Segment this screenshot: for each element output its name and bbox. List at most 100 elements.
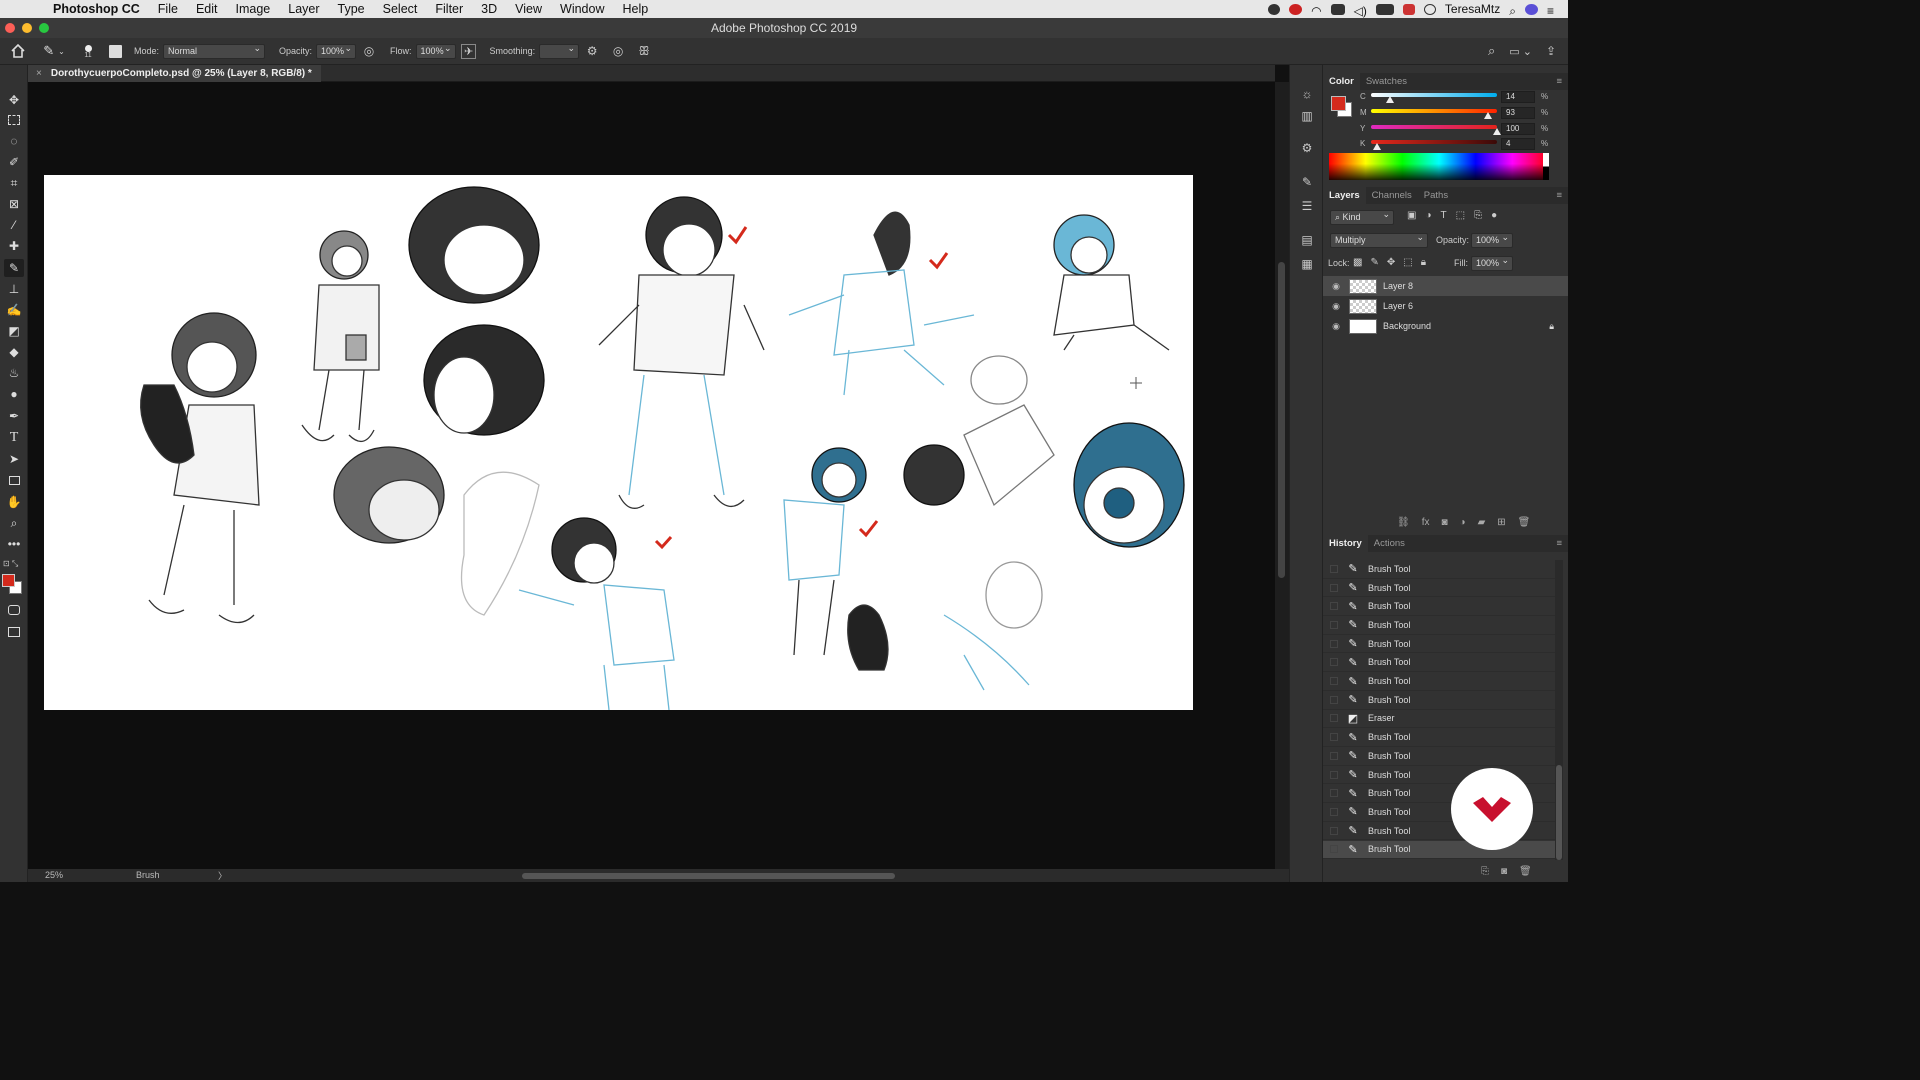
edit-toolbar-button[interactable]: ••• (4, 535, 24, 553)
horizontal-scrollbar-thumb[interactable] (522, 873, 895, 879)
zoom-tool[interactable]: ⌕ (4, 514, 24, 532)
foreground-color-swatch[interactable] (2, 574, 15, 587)
symmetry-button[interactable]: ꕥ (631, 38, 657, 65)
tab-channels[interactable]: Channels (1366, 187, 1418, 204)
blur-tool[interactable]: ♨ (4, 364, 24, 382)
history-snapshot-box[interactable] (1330, 639, 1338, 648)
status-menu-arrow[interactable]: 〉 (218, 869, 227, 882)
lock-transparent-icon[interactable]: ▩ (1353, 257, 1362, 268)
history-item[interactable]: ✎ Brush Tool (1323, 672, 1555, 691)
channel-c-handle[interactable] (1386, 96, 1394, 103)
lock-artboard-icon[interactable]: ⬚ (1403, 257, 1412, 268)
fill-field[interactable]: 100% (1471, 254, 1513, 271)
menu-window[interactable]: Window (551, 0, 613, 18)
history-item[interactable]: ✎ Brush Tool (1323, 560, 1555, 579)
smoothing-options-button[interactable]: ⚙ (579, 38, 605, 65)
history-item[interactable]: ✎ Brush Tool (1323, 616, 1555, 635)
channel-m-handle[interactable] (1484, 112, 1492, 119)
history-scrollbar-thumb[interactable] (1556, 765, 1562, 860)
add-mask-icon[interactable]: ◙ (1441, 517, 1447, 528)
notes-panel-button[interactable]: ▦ (1298, 255, 1316, 273)
channel-k-handle[interactable] (1373, 143, 1381, 150)
document-tab[interactable]: × DorothycuerpoCompleto.psd @ 25% (Layer… (28, 65, 321, 82)
history-snapshot-box[interactable] (1330, 695, 1338, 704)
channel-k-slider[interactable] (1371, 140, 1497, 150)
zoom-level[interactable]: 25% (45, 870, 63, 880)
tab-history[interactable]: History (1323, 535, 1368, 552)
lock-all-icon[interactable]: 🔒︎ (1421, 257, 1426, 268)
filter-smart-object-icon[interactable]: ⎘ (1474, 210, 1482, 221)
menu-view[interactable]: View (506, 0, 551, 18)
share-icon[interactable]: ⇪ (1546, 44, 1556, 58)
swap-colors-icon[interactable]: ⊡ ⤡ (3, 559, 18, 569)
history-snapshot-box[interactable] (1330, 658, 1338, 667)
volume-icon[interactable]: ◁) (1354, 4, 1367, 18)
layer-filter-select[interactable]: ⌕ Kind (1330, 208, 1394, 225)
menu-3d[interactable]: 3D (472, 0, 506, 18)
screen-mode-button[interactable] (4, 623, 24, 641)
airbrush-toggle[interactable]: ✈ (456, 38, 482, 65)
history-snapshot-box[interactable] (1330, 733, 1338, 742)
filter-toggle-icon[interactable]: ● (1491, 210, 1497, 221)
eyedropper-tool[interactable]: ⁄ (4, 216, 24, 234)
new-adjustment-icon[interactable]: ◑ (1460, 517, 1466, 528)
history-snapshot-box[interactable] (1330, 602, 1338, 611)
history-item[interactable]: ✎ Brush Tool (1323, 747, 1555, 766)
battery-icon[interactable] (1375, 3, 1394, 15)
spotlight-search-icon[interactable]: ⌕ (1509, 4, 1516, 18)
layers-panel-menu-icon[interactable]: ≡ (1556, 190, 1562, 201)
healing-tool[interactable]: ✚ (4, 237, 24, 255)
menu-filter[interactable]: Filter (426, 0, 472, 18)
layer-visibility-eye-icon[interactable]: ◉ (1323, 301, 1349, 312)
layer-visibility-eye-icon[interactable]: ◉ (1323, 281, 1349, 292)
history-snapshot-box[interactable] (1330, 807, 1338, 816)
quick-mask-button[interactable] (4, 601, 24, 619)
history-scrollbar[interactable] (1555, 560, 1563, 860)
bucket-tool[interactable]: ◆ (4, 343, 24, 361)
history-snapshot-box[interactable] (1330, 564, 1338, 573)
properties-panel-button[interactable]: ⚙ (1298, 139, 1316, 157)
history-panel-menu-icon[interactable]: ≡ (1556, 538, 1562, 549)
layer-style-fx-icon[interactable]: fx (1422, 517, 1430, 528)
marquee-tool[interactable] (4, 111, 24, 129)
menu-app-name[interactable]: Photoshop CC (44, 0, 149, 18)
path-select-tool[interactable]: ➤ (4, 450, 24, 468)
libraries-panel-button[interactable]: ▤ (1298, 231, 1316, 249)
channel-c-slider[interactable] (1371, 93, 1497, 103)
stamp-tool[interactable]: ⊥ (4, 280, 24, 298)
opacity-field[interactable]: 100% (316, 42, 357, 59)
layer-row-background[interactable]: ◉ Background 🔒︎ (1323, 316, 1568, 336)
color-foreground-swatch[interactable] (1331, 96, 1346, 111)
history-snapshot-box[interactable] (1330, 845, 1338, 854)
crop-tool[interactable]: ⌗ (4, 174, 24, 192)
tool-preset-picker[interactable]: ✎ ⌄ (36, 38, 72, 65)
channel-y-value[interactable]: 100 (1501, 123, 1535, 135)
learn-panel-button[interactable]: ☼ (1298, 85, 1316, 103)
history-snapshot-box[interactable] (1330, 714, 1338, 723)
history-item-current[interactable]: ✎ Brush Tool (1323, 840, 1555, 860)
history-item[interactable]: ✎ Brush Tool (1323, 635, 1555, 654)
tab-paths[interactable]: Paths (1418, 187, 1454, 204)
adjustments-panel-button[interactable]: ▥ (1298, 107, 1316, 125)
new-document-from-state-icon[interactable]: ⎘ (1481, 866, 1489, 877)
delete-layer-trash-icon[interactable]: 🗑︎ (1518, 517, 1531, 528)
siri-icon[interactable] (1524, 3, 1538, 15)
creative-cloud-icon[interactable] (1289, 3, 1303, 15)
history-snapshot-box[interactable] (1330, 583, 1338, 592)
history-item[interactable]: ◩ Eraser (1323, 710, 1555, 729)
pressure-opacity-toggle[interactable]: ◎ (356, 38, 382, 65)
pressure-size-toggle[interactable]: ◎ (605, 38, 631, 65)
new-layer-icon[interactable]: ⊞ (1497, 517, 1505, 528)
color-spectrum-ramp[interactable] (1329, 153, 1549, 180)
quick-select-tool[interactable]: ✐ (4, 153, 24, 171)
flag-icon[interactable] (1402, 3, 1415, 15)
menu-type[interactable]: Type (329, 0, 374, 18)
filter-adjustment-icon[interactable]: ◑ (1425, 210, 1431, 221)
clock-icon[interactable] (1423, 3, 1436, 15)
history-brush-tool[interactable]: ✍ (4, 301, 24, 319)
vertical-scrollbar[interactable] (1275, 82, 1289, 869)
close-window-button[interactable] (5, 23, 15, 33)
color-panel-menu-icon[interactable]: ≡ (1556, 76, 1562, 87)
mode-select[interactable]: Normal (163, 42, 266, 59)
zoom-window-button[interactable] (39, 23, 49, 33)
